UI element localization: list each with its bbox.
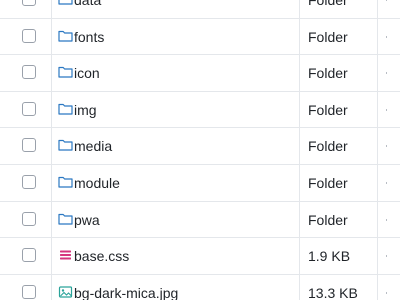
file-list: data Folder fonts Folder icon Folder img… (0, 0, 400, 300)
row-checkbox[interactable] (22, 174, 36, 189)
type-cell: Folder (300, 164, 378, 201)
file-name[interactable]: media (74, 128, 112, 164)
file-name[interactable]: bg-dark-mica.jpg (74, 275, 178, 300)
select-cell (0, 0, 52, 18)
name-cell: fonts (52, 18, 300, 55)
extra-cell (378, 0, 400, 18)
extra-cell (378, 165, 400, 201)
file-type: Folder (308, 138, 348, 155)
table-row[interactable]: base.css 1.9 KB (0, 238, 400, 275)
type-cell: Folder (300, 0, 378, 18)
type-cell: Folder (300, 18, 378, 55)
file-name[interactable]: module (74, 165, 120, 201)
folder-icon (58, 175, 73, 189)
select-cell (0, 55, 52, 91)
table-row[interactable]: module Folder (0, 164, 400, 202)
file-type: Folder (308, 0, 348, 8)
extra-cell (378, 202, 400, 238)
size-cell: 13.3 KB (300, 274, 378, 300)
table-row[interactable]: pwa Folder (0, 201, 400, 239)
select-cell (0, 201, 52, 238)
type-cell: Folder (300, 55, 378, 91)
css-file-icon (58, 248, 73, 262)
table-row[interactable]: data Folder (0, 0, 400, 19)
select-cell (0, 238, 52, 274)
table-row[interactable]: img Folder (0, 91, 400, 129)
row-checkbox[interactable] (22, 211, 36, 226)
size-cell: 1.9 KB (300, 238, 378, 274)
folder-icon (58, 138, 73, 152)
file-name[interactable]: pwa (74, 202, 100, 238)
select-cell (0, 91, 52, 128)
row-checkbox[interactable] (22, 28, 36, 43)
select-cell (0, 164, 52, 201)
file-type: Folder (308, 174, 348, 191)
extra-cell (378, 92, 400, 128)
name-cell: media (52, 128, 300, 164)
extra-cell (378, 128, 400, 164)
file-size: 13.3 KB (308, 284, 358, 300)
file-name[interactable]: icon (74, 55, 100, 91)
folder-icon (58, 65, 73, 79)
select-cell (0, 128, 52, 164)
name-cell: base.css (52, 238, 300, 274)
file-type: Folder (308, 28, 348, 45)
table-row[interactable]: media Folder (0, 128, 400, 165)
file-type: Folder (308, 211, 348, 228)
row-checkbox[interactable] (22, 284, 36, 299)
name-cell: pwa (52, 201, 300, 238)
row-checkbox[interactable] (22, 65, 36, 80)
table-row[interactable]: bg-dark-mica.jpg 13.3 KB (0, 274, 400, 300)
folder-icon (58, 0, 73, 6)
extra-cell (378, 55, 400, 91)
extra-cell (378, 275, 400, 300)
file-name[interactable]: base.css (74, 238, 129, 274)
extra-cell (378, 238, 400, 274)
name-cell: icon (52, 55, 300, 91)
type-cell: Folder (300, 201, 378, 238)
select-cell (0, 18, 52, 55)
file-name[interactable]: fonts (74, 19, 104, 55)
select-cell (0, 274, 52, 300)
image-file-icon (58, 285, 73, 299)
table-row[interactable]: fonts Folder (0, 18, 400, 56)
type-cell: Folder (300, 91, 378, 128)
type-cell: Folder (300, 128, 378, 164)
row-checkbox[interactable] (22, 0, 36, 6)
name-cell: bg-dark-mica.jpg (52, 274, 300, 300)
row-checkbox[interactable] (22, 248, 36, 263)
file-size: 1.9 KB (308, 248, 351, 265)
row-checkbox[interactable] (22, 138, 36, 153)
folder-icon (58, 102, 73, 116)
name-cell: img (52, 91, 300, 128)
row-checkbox[interactable] (22, 101, 36, 116)
file-rows: data Folder fonts Folder icon Folder img… (0, 0, 400, 300)
file-type: Folder (308, 101, 348, 118)
table-row[interactable]: icon Folder (0, 55, 400, 92)
name-cell: data (52, 0, 300, 18)
file-name[interactable]: data (74, 0, 101, 18)
file-type: Folder (308, 65, 348, 82)
file-name[interactable]: img (74, 92, 97, 128)
name-cell: module (52, 164, 300, 201)
folder-icon (58, 212, 73, 226)
folder-icon (58, 29, 73, 43)
extra-cell (378, 19, 400, 55)
